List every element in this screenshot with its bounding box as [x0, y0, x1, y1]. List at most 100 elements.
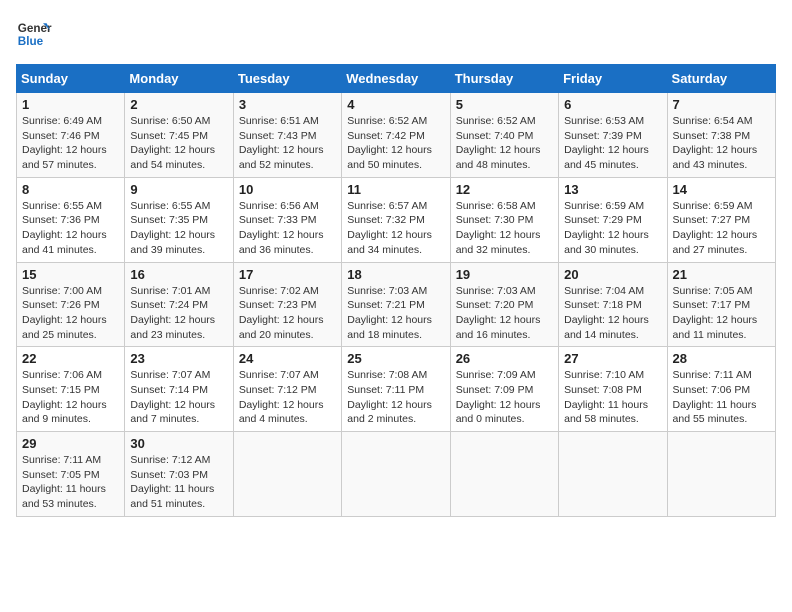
day-number: 12: [456, 182, 553, 197]
day-number: 4: [347, 97, 444, 112]
calendar-day: 22Sunrise: 7:06 AMSunset: 7:15 PMDayligh…: [17, 347, 125, 432]
day-info: Sunrise: 6:55 AMSunset: 7:35 PMDaylight:…: [130, 199, 227, 258]
calendar-day: 21 Sunrise: 7:05 AMSunset: 7:17 PMDayligh…: [667, 262, 775, 347]
calendar-day: 27 Sunrise: 7:10 AMSunset: 7:08 PMDayligh…: [559, 347, 667, 432]
calendar-day: 28 Sunrise: 7:11 AMSunset: 7:06 PMDayligh…: [667, 347, 775, 432]
day-info: Sunrise: 6:52 AMSunset: 7:40 PMDaylight:…: [456, 114, 553, 173]
day-info: Sunrise: 7:04 AMSunset: 7:18 PMDaylight:…: [564, 284, 661, 343]
day-info: Sunrise: 6:52 AMSunset: 7:42 PMDaylight:…: [347, 114, 444, 173]
day-number: 27: [564, 351, 661, 366]
day-number: 21: [673, 267, 770, 282]
calendar-week: 29Sunrise: 7:11 AMSunset: 7:05 PMDayligh…: [17, 432, 776, 517]
calendar-day: 7 Sunrise: 6:54 AMSunset: 7:38 PMDaylight…: [667, 93, 775, 178]
calendar-header: SundayMondayTuesdayWednesdayThursdayFrid…: [17, 65, 776, 93]
logo: General Blue: [16, 16, 52, 52]
header-day: Sunday: [17, 65, 125, 93]
day-info: Sunrise: 7:03 AMSunset: 7:20 PMDaylight:…: [456, 284, 553, 343]
header-day: Saturday: [667, 65, 775, 93]
day-info: Sunrise: 6:53 AMSunset: 7:39 PMDaylight:…: [564, 114, 661, 173]
day-number: 3: [239, 97, 336, 112]
day-number: 29: [22, 436, 119, 451]
day-info: Sunrise: 7:09 AMSunset: 7:09 PMDaylight:…: [456, 368, 553, 427]
calendar-day: 1 Sunrise: 6:49 AMSunset: 7:46 PMDaylight…: [17, 93, 125, 178]
day-number: 6: [564, 97, 661, 112]
header-day: Monday: [125, 65, 233, 93]
calendar-week: 22Sunrise: 7:06 AMSunset: 7:15 PMDayligh…: [17, 347, 776, 432]
day-number: 30: [130, 436, 227, 451]
calendar-day: 16Sunrise: 7:01 AMSunset: 7:24 PMDayligh…: [125, 262, 233, 347]
day-info: Sunrise: 7:01 AMSunset: 7:24 PMDaylight:…: [130, 284, 227, 343]
day-info: Sunrise: 7:05 AMSunset: 7:17 PMDaylight:…: [673, 284, 770, 343]
calendar-day: 4 Sunrise: 6:52 AMSunset: 7:42 PMDaylight…: [342, 93, 450, 178]
day-number: 14: [673, 182, 770, 197]
day-number: 11: [347, 182, 444, 197]
day-info: Sunrise: 6:59 AMSunset: 7:27 PMDaylight:…: [673, 199, 770, 258]
calendar-day: 8 Sunrise: 6:55 AMSunset: 7:36 PMDaylight…: [17, 177, 125, 262]
calendar-day: 23 Sunrise: 7:07 AMSunset: 7:14 PMDayligh…: [125, 347, 233, 432]
day-info: Sunrise: 7:02 AMSunset: 7:23 PMDaylight:…: [239, 284, 336, 343]
day-info: Sunrise: 7:07 AMSunset: 7:14 PMDaylight:…: [130, 368, 227, 427]
day-number: 9: [130, 182, 227, 197]
day-info: Sunrise: 6:56 AMSunset: 7:33 PMDaylight:…: [239, 199, 336, 258]
calendar-week: 1 Sunrise: 6:49 AMSunset: 7:46 PMDaylight…: [17, 93, 776, 178]
day-number: 25: [347, 351, 444, 366]
day-number: 2: [130, 97, 227, 112]
day-number: 5: [456, 97, 553, 112]
calendar-day: 6 Sunrise: 6:53 AMSunset: 7:39 PMDaylight…: [559, 93, 667, 178]
calendar-day: 18 Sunrise: 7:03 AMSunset: 7:21 PMDayligh…: [342, 262, 450, 347]
day-number: 8: [22, 182, 119, 197]
calendar-day: 20 Sunrise: 7:04 AMSunset: 7:18 PMDayligh…: [559, 262, 667, 347]
day-number: 7: [673, 97, 770, 112]
day-number: 1: [22, 97, 119, 112]
day-number: 18: [347, 267, 444, 282]
day-info: Sunrise: 6:54 AMSunset: 7:38 PMDaylight:…: [673, 114, 770, 173]
logo-icon: General Blue: [16, 16, 52, 52]
calendar-day: 14 Sunrise: 6:59 AMSunset: 7:27 PMDayligh…: [667, 177, 775, 262]
calendar-table: SundayMondayTuesdayWednesdayThursdayFrid…: [16, 64, 776, 517]
day-info: Sunrise: 6:59 AMSunset: 7:29 PMDaylight:…: [564, 199, 661, 258]
page-header: General Blue: [16, 16, 776, 52]
calendar-day: 12 Sunrise: 6:58 AMSunset: 7:30 PMDayligh…: [450, 177, 558, 262]
calendar-day: 25 Sunrise: 7:08 AMSunset: 7:11 PMDayligh…: [342, 347, 450, 432]
day-info: Sunrise: 7:10 AMSunset: 7:08 PMDaylight:…: [564, 368, 661, 427]
header-day: Thursday: [450, 65, 558, 93]
calendar-day: 15 Sunrise: 7:00 AMSunset: 7:26 PMDayligh…: [17, 262, 125, 347]
calendar-day: 24Sunrise: 7:07 AMSunset: 7:12 PMDayligh…: [233, 347, 341, 432]
day-info: Sunrise: 6:55 AMSunset: 7:36 PMDaylight:…: [22, 199, 119, 258]
day-number: 13: [564, 182, 661, 197]
calendar-body: 1 Sunrise: 6:49 AMSunset: 7:46 PMDaylight…: [17, 93, 776, 517]
day-number: 28: [673, 351, 770, 366]
day-number: 23: [130, 351, 227, 366]
calendar-day: 10Sunrise: 6:56 AMSunset: 7:33 PMDayligh…: [233, 177, 341, 262]
calendar-day: [342, 432, 450, 517]
day-info: Sunrise: 7:03 AMSunset: 7:21 PMDaylight:…: [347, 284, 444, 343]
day-number: 15: [22, 267, 119, 282]
day-number: 19: [456, 267, 553, 282]
calendar-week: 15 Sunrise: 7:00 AMSunset: 7:26 PMDayligh…: [17, 262, 776, 347]
day-number: 17: [239, 267, 336, 282]
calendar-day: [667, 432, 775, 517]
day-number: 26: [456, 351, 553, 366]
calendar-day: 13 Sunrise: 6:59 AMSunset: 7:29 PMDayligh…: [559, 177, 667, 262]
calendar-day: [450, 432, 558, 517]
day-info: Sunrise: 7:08 AMSunset: 7:11 PMDaylight:…: [347, 368, 444, 427]
day-info: Sunrise: 7:07 AMSunset: 7:12 PMDaylight:…: [239, 368, 336, 427]
calendar-day: 5 Sunrise: 6:52 AMSunset: 7:40 PMDaylight…: [450, 93, 558, 178]
calendar-day: 29Sunrise: 7:11 AMSunset: 7:05 PMDayligh…: [17, 432, 125, 517]
day-info: Sunrise: 6:58 AMSunset: 7:30 PMDaylight:…: [456, 199, 553, 258]
day-number: 20: [564, 267, 661, 282]
day-info: Sunrise: 7:11 AMSunset: 7:06 PMDaylight:…: [673, 368, 770, 427]
calendar-day: [559, 432, 667, 517]
calendar-day: 3Sunrise: 6:51 AMSunset: 7:43 PMDaylight…: [233, 93, 341, 178]
svg-text:Blue: Blue: [18, 35, 44, 48]
calendar-day: [233, 432, 341, 517]
day-info: Sunrise: 6:57 AMSunset: 7:32 PMDaylight:…: [347, 199, 444, 258]
day-info: Sunrise: 7:06 AMSunset: 7:15 PMDaylight:…: [22, 368, 119, 427]
calendar-day: 2Sunrise: 6:50 AMSunset: 7:45 PMDaylight…: [125, 93, 233, 178]
day-info: Sunrise: 7:00 AMSunset: 7:26 PMDaylight:…: [22, 284, 119, 343]
calendar-day: 9 Sunrise: 6:55 AMSunset: 7:35 PMDaylight…: [125, 177, 233, 262]
calendar-day: 30Sunrise: 7:12 AMSunset: 7:03 PMDayligh…: [125, 432, 233, 517]
calendar-day: 26 Sunrise: 7:09 AMSunset: 7:09 PMDayligh…: [450, 347, 558, 432]
header-day: Friday: [559, 65, 667, 93]
day-info: Sunrise: 6:49 AMSunset: 7:46 PMDaylight:…: [22, 114, 119, 173]
